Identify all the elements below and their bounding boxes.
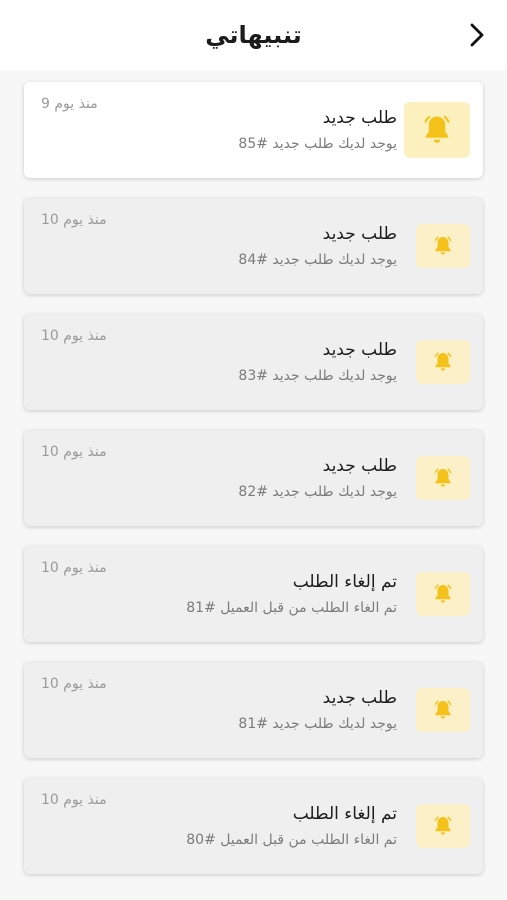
notification-title: تم إلغاء الطلب [292,804,397,824]
notification-time: منذ يوم 10 [41,212,107,228]
back-button[interactable] [465,22,489,48]
notification-item[interactable]: طلب جديد يوجد لديك طلب جديد #81 منذ يوم … [24,662,483,758]
notification-message: يوجد لديك طلب جديد #81 [238,716,397,732]
page-title: تنبيهاتي [205,21,302,49]
notification-message: تم الغاء الطلب من قبل العميل #81 [186,600,397,616]
notification-item[interactable]: طلب جديد يوجد لديك طلب جديد #85 منذ يوم … [24,82,483,178]
notification-time: منذ يوم 10 [41,560,107,576]
notification-icon-box [416,224,470,268]
notification-icon-box [416,804,470,848]
notification-message: يوجد لديك طلب جديد #83 [238,368,397,384]
notification-time: منذ يوم 10 [41,676,107,692]
bell-icon [434,352,452,371]
notification-icon-box [416,688,470,732]
notification-item[interactable]: طلب جديد يوجد لديك طلب جديد #83 منذ يوم … [24,314,483,410]
notification-title: تم إلغاء الطلب [292,572,397,592]
notification-title: طلب جديد [322,688,397,708]
notification-message: يوجد لديك طلب جديد #85 [238,136,397,152]
app-header: تنبيهاتي [0,0,507,70]
notification-icon-box [416,456,470,500]
notification-time: منذ يوم 10 [41,792,107,808]
notification-time: منذ يوم 9 [41,96,98,112]
notification-list: طلب جديد يوجد لديك طلب جديد #85 منذ يوم … [0,70,507,874]
notification-time: منذ يوم 10 [41,444,107,460]
notification-icon-box [404,102,470,158]
bell-icon [434,468,452,487]
notification-title: طلب جديد [322,224,397,244]
notification-title: طلب جديد [322,340,397,360]
notification-item[interactable]: تم إلغاء الطلب تم الغاء الطلب من قبل الع… [24,546,483,642]
notification-message: يوجد لديك طلب جديد #82 [238,484,397,500]
bell-icon [434,584,452,603]
notification-title: طلب جديد [322,456,397,476]
notification-icon-box [416,572,470,616]
bell-icon [434,236,452,255]
notification-title: طلب جديد [322,108,397,128]
notification-item[interactable]: طلب جديد يوجد لديك طلب جديد #84 منذ يوم … [24,198,483,294]
notification-item[interactable]: طلب جديد يوجد لديك طلب جديد #82 منذ يوم … [24,430,483,526]
chevron-right-icon [470,23,484,47]
notification-item[interactable]: تم إلغاء الطلب تم الغاء الطلب من قبل الع… [24,778,483,874]
bell-icon [434,700,452,719]
notification-message: يوجد لديك طلب جديد #84 [238,252,397,268]
bell-icon [424,115,450,143]
notification-message: تم الغاء الطلب من قبل العميل #80 [186,832,397,848]
notification-time: منذ يوم 10 [41,328,107,344]
bell-icon [434,816,452,835]
notification-icon-box [416,340,470,384]
